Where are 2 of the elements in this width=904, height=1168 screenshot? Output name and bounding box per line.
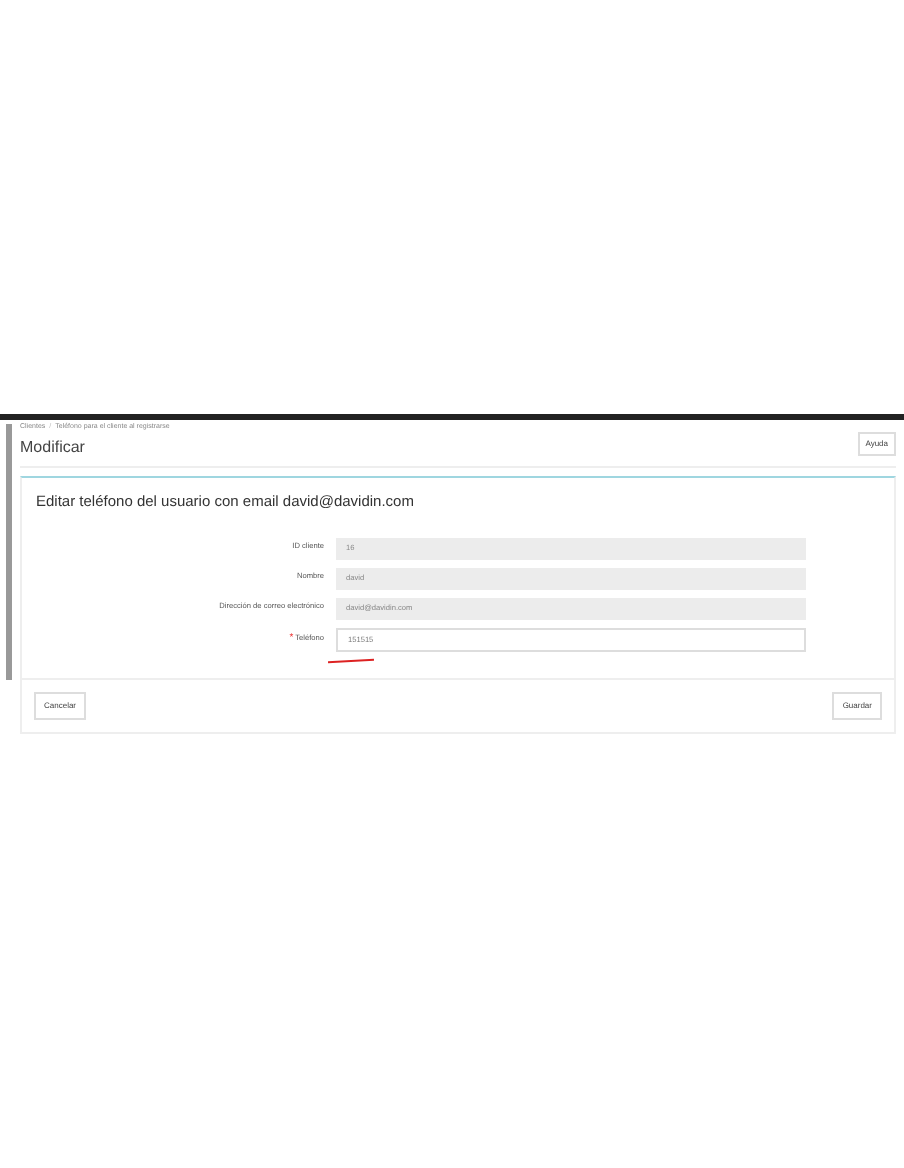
page-title: Modificar — [20, 436, 87, 461]
underline-mark — [328, 657, 374, 663]
